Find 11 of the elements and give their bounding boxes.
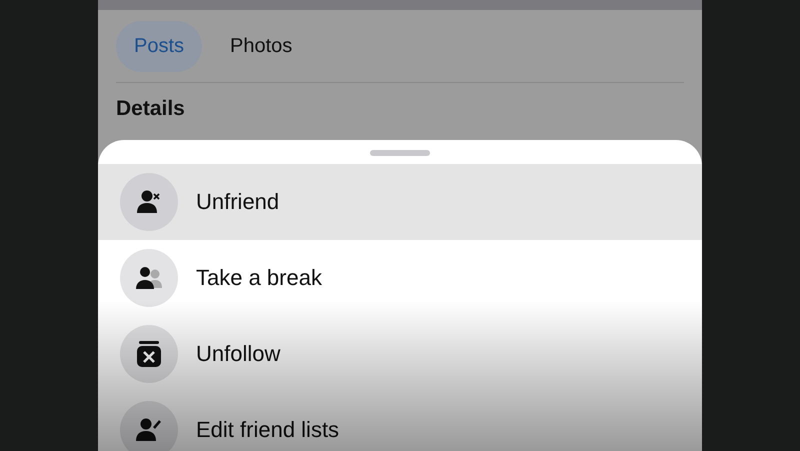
box-x-icon [136, 340, 162, 368]
person-x-icon [136, 189, 162, 215]
person-pencil-icon [135, 417, 163, 443]
menu-item[interactable]: Unfollow [98, 316, 702, 392]
two-people-icon [135, 265, 163, 291]
menu-item[interactable]: Unfriend [98, 164, 702, 240]
menu-item[interactable]: Edit friend lists [98, 392, 702, 451]
tab[interactable]: Photos [212, 20, 310, 72]
drag-handle[interactable] [370, 150, 430, 156]
menu-item[interactable]: Take a break [98, 240, 702, 316]
section-title: Details [115, 96, 186, 121]
